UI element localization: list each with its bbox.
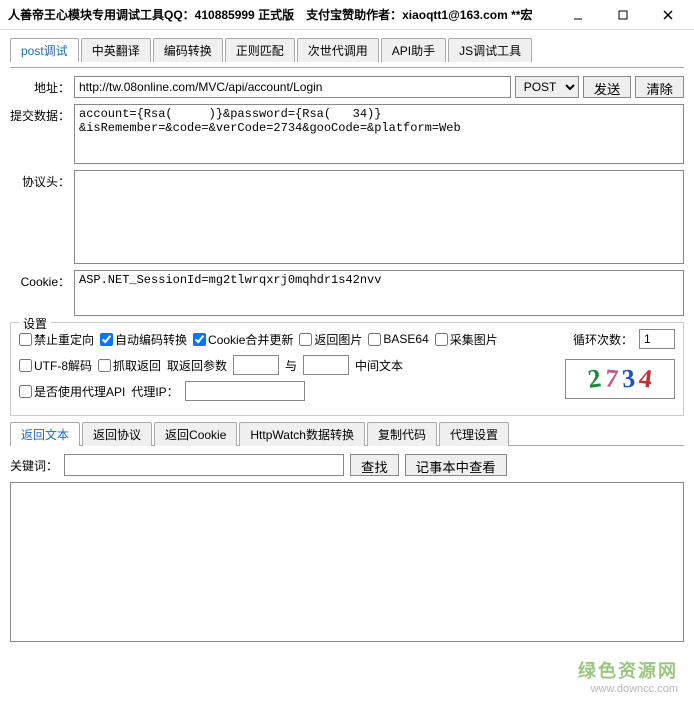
subtab-copy-code[interactable]: 复制代码 — [367, 422, 437, 446]
chk-collect-img[interactable]: 采集图片 — [435, 331, 498, 348]
minimize-button[interactable] — [555, 1, 600, 29]
chk-return-img[interactable]: 返回图片 — [299, 331, 362, 348]
cookie-label: Cookie： — [10, 270, 70, 290]
header-label: 协议头： — [10, 170, 70, 190]
close-button[interactable] — [645, 1, 690, 29]
header-textarea[interactable] — [74, 170, 684, 264]
notepad-button[interactable]: 记事本中查看 — [405, 454, 507, 476]
cookie-textarea[interactable]: ASP.NET_SessionId=mg2tlwrqxrj0mqhdr1s42n… — [74, 270, 684, 316]
chk-cookie-merge[interactable]: Cookie合并更新 — [193, 331, 293, 348]
tab-api-helper[interactable]: API助手 — [381, 38, 446, 62]
tab-post-debug[interactable]: post调试 — [10, 38, 79, 62]
tab-js-debug[interactable]: JS调试工具 — [448, 38, 532, 62]
chk-utf8-decode[interactable]: UTF-8解码 — [19, 357, 92, 374]
tab-translate[interactable]: 中英翻译 — [81, 38, 151, 62]
loopcount-input[interactable] — [639, 329, 675, 349]
tab-encode[interactable]: 编码转换 — [153, 38, 223, 62]
middletext-label: 中间文本 — [355, 357, 403, 374]
chk-auto-encode[interactable]: 自动编码转换 — [100, 331, 187, 348]
subtab-httpwatch[interactable]: HttpWatch数据转换 — [239, 422, 365, 446]
sub-tabs: 返回文本 返回协议 返回Cookie HttpWatch数据转换 复制代码 代理… — [10, 422, 684, 446]
subtab-return-header[interactable]: 返回协议 — [82, 422, 152, 446]
proxyip-input[interactable] — [185, 381, 305, 401]
submit-label: 提交数据： — [10, 104, 70, 124]
clear-button[interactable]: 清除 — [635, 76, 684, 98]
settings-title: 设置 — [19, 315, 51, 332]
subtab-proxy-settings[interactable]: 代理设置 — [439, 422, 509, 446]
chk-capture-return[interactable]: 抓取返回 — [98, 357, 161, 374]
return-param1-input[interactable] — [233, 355, 279, 375]
url-label: 地址： — [10, 76, 70, 96]
subtab-return-cookie[interactable]: 返回Cookie — [154, 422, 237, 446]
submit-data-textarea[interactable]: account={Rsa( )}&password={Rsa( 34)} &is… — [74, 104, 684, 164]
and-label: 与 — [285, 357, 297, 374]
url-input[interactable] — [74, 76, 511, 98]
tab-regex[interactable]: 正则匹配 — [225, 38, 295, 62]
loopcount-label: 循环次数： — [573, 331, 633, 348]
return-param2-input[interactable] — [303, 355, 349, 375]
keyword-label: 关键词： — [10, 457, 58, 474]
proxyip-label: 代理IP： — [131, 383, 178, 400]
getreturn-label: 取返回参数 — [167, 357, 227, 374]
watermark: 绿色资源网 www.downcc.com — [578, 657, 678, 695]
tab-nextgen[interactable]: 次世代调用 — [297, 38, 379, 62]
subtab-return-text[interactable]: 返回文本 — [10, 422, 80, 446]
chk-base64[interactable]: BASE64 — [368, 332, 428, 346]
main-tabs: post调试 中英翻译 编码转换 正则匹配 次世代调用 API助手 JS调试工具 — [10, 38, 684, 62]
window-title: 人善帝王心模块专用调试工具QQ：410885999 正式版 支付宝赞助作者：xi… — [8, 6, 532, 23]
send-button[interactable]: 发送 — [583, 76, 632, 98]
keyword-input[interactable] — [64, 454, 344, 476]
result-textarea[interactable] — [10, 482, 684, 642]
maximize-button[interactable] — [600, 1, 645, 29]
find-button[interactable]: 查找 — [350, 454, 399, 476]
chk-no-redirect[interactable]: 禁止重定向 — [19, 331, 94, 348]
settings-group: 设置 禁止重定向 自动编码转换 Cookie合并更新 返回图片 BASE64 采… — [10, 322, 684, 416]
method-select[interactable]: POST — [515, 76, 579, 98]
chk-use-proxy[interactable]: 是否使用代理API — [19, 383, 125, 400]
captcha-image[interactable]: 2 7 3 4 — [565, 359, 675, 399]
